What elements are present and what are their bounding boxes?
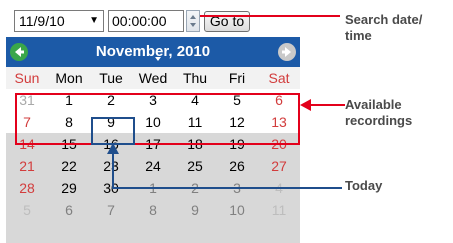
available-box-top — [15, 93, 300, 95]
calendar-day[interactable]: 28 — [6, 177, 48, 199]
next-month-button[interactable] — [278, 43, 296, 61]
calendar-day[interactable]: 29 — [48, 177, 90, 199]
today-box-top — [91, 117, 135, 119]
calendar-day[interactable]: 10 — [132, 111, 174, 133]
caret-down-icon — [155, 57, 161, 61]
arrow-left-icon — [15, 47, 24, 57]
calendar-day[interactable]: 11 — [258, 199, 300, 221]
available-annotation-line2: recordings — [345, 113, 413, 128]
available-box-bottom — [15, 143, 300, 145]
calendar-day[interactable]: 26 — [216, 155, 258, 177]
search-annotation-line1: Search date/ — [345, 12, 423, 27]
date-input[interactable]: 11/9/10 ▼ — [14, 10, 104, 32]
today-annotation: Today — [345, 178, 383, 193]
time-value: 00:00:00 — [112, 13, 167, 29]
search-annotation-line2: time — [345, 28, 372, 43]
calendar-day[interactable]: 7 — [90, 199, 132, 221]
today-arrow-up-icon — [107, 143, 119, 189]
available-box-left — [15, 93, 17, 145]
spin-up-icon[interactable] — [190, 15, 196, 19]
calendar-day[interactable]: 7 — [6, 111, 48, 133]
calendar-day[interactable]: 24 — [132, 155, 174, 177]
weekday-row: Sun Mon Tue Wed Thu Fri Sat — [6, 67, 300, 89]
calendar-day[interactable]: 27 — [258, 155, 300, 177]
date-value: 11/9/10 — [19, 13, 65, 29]
weekday-header: Sat — [268, 70, 290, 86]
calendar-day[interactable]: 11 — [174, 111, 216, 133]
calendar-day[interactable]: 8 — [48, 111, 90, 133]
calendar-day[interactable]: 8 — [132, 199, 174, 221]
calendar-day[interactable]: 25 — [174, 155, 216, 177]
calendar-day[interactable]: 6 — [48, 199, 90, 221]
calendar-header: November, 2010 — [6, 37, 300, 67]
today-box-right — [133, 117, 135, 145]
calendar-day[interactable]: 13 — [258, 111, 300, 133]
weekday-header: Sun — [14, 70, 40, 86]
time-input[interactable]: 00:00:00 — [108, 10, 184, 32]
chevron-down-icon[interactable]: ▼ — [89, 11, 99, 31]
weekday-header: Wed — [138, 70, 168, 86]
calendar-day[interactable]: 22 — [48, 155, 90, 177]
spin-down-icon[interactable] — [190, 23, 196, 27]
weekday-header: Thu — [182, 70, 208, 86]
calendar-day[interactable]: 12 — [216, 111, 258, 133]
search-pointer-line — [200, 15, 340, 17]
calendar-day[interactable]: 10 — [216, 199, 258, 221]
month-title[interactable]: November, 2010 — [46, 37, 260, 67]
calendar-day[interactable]: 21 — [6, 155, 48, 177]
weekday-header: Fri — [228, 70, 246, 86]
calendar-day[interactable]: 9 — [174, 199, 216, 221]
today-pointer-line — [112, 187, 342, 189]
weekday-header: Mon — [55, 70, 83, 86]
today-box-left — [91, 117, 93, 145]
search-date-annotation: Search date/ time — [345, 12, 450, 44]
available-arrow-icon — [300, 99, 345, 111]
time-spinner[interactable] — [186, 10, 200, 32]
weekday-header: Tue — [99, 70, 123, 86]
available-annotation-line1: Available — [345, 97, 402, 112]
calendar-day[interactable]: 9 — [90, 111, 132, 133]
previous-month-button[interactable] — [10, 43, 28, 61]
available-recordings-annotation: Available recordings — [345, 97, 450, 129]
arrow-right-icon — [282, 47, 291, 57]
calendar-day[interactable]: 5 — [6, 199, 48, 221]
